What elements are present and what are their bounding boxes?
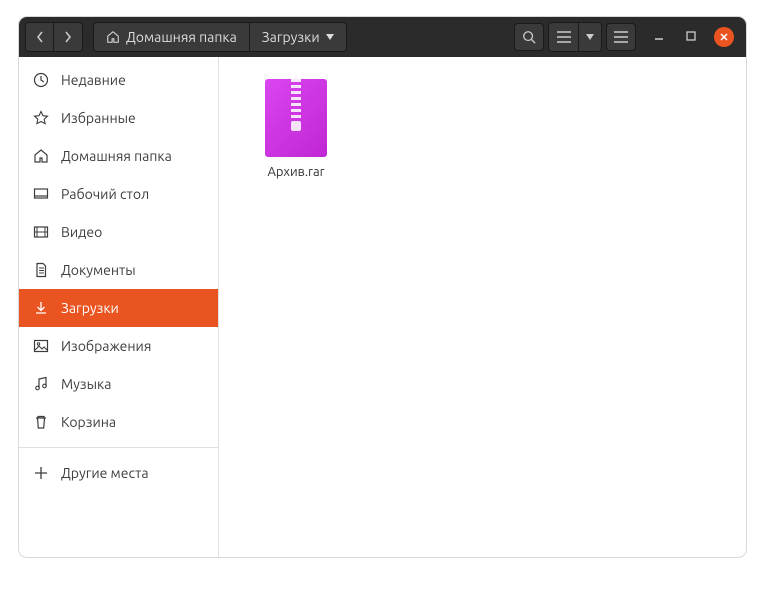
sidebar-item-music[interactable]: Музыка — [19, 365, 218, 403]
nav-buttons — [25, 22, 83, 52]
sidebar-item-downloads[interactable]: Загрузки — [19, 289, 218, 327]
hamburger-icon — [614, 31, 628, 43]
path-home-segment[interactable]: Домашняя папка — [94, 23, 250, 51]
content-area[interactable]: Архив.rar — [219, 57, 746, 557]
archive-icon — [265, 79, 327, 157]
sidebar-item-desktop[interactable]: Рабочий стол — [19, 175, 218, 213]
sidebar-item-other-places[interactable]: Другие места — [19, 454, 218, 492]
sidebar-item-label: Недавние — [61, 72, 126, 88]
star-icon — [33, 110, 49, 126]
sidebar-item-label: Избранные — [61, 110, 136, 126]
home-icon — [106, 30, 120, 44]
video-icon — [33, 224, 49, 240]
minimize-icon — [654, 31, 664, 41]
sidebar-item-trash[interactable]: Корзина — [19, 403, 218, 441]
sidebar-item-videos[interactable]: Видео — [19, 213, 218, 251]
path-current-segment[interactable]: Загрузки — [250, 23, 346, 51]
sidebar-item-label: Музыка — [61, 376, 111, 392]
document-icon — [33, 262, 49, 278]
minimize-button[interactable] — [650, 27, 668, 45]
path-bar: Домашняя папка Загрузки — [93, 22, 347, 52]
path-home-label: Домашняя папка — [126, 29, 237, 45]
dropdown-triangle-icon — [326, 34, 334, 40]
file-label: Архив.rar — [267, 165, 324, 179]
sidebar-item-home[interactable]: Домашняя папка — [19, 137, 218, 175]
sidebar-item-label: Изображения — [61, 338, 151, 354]
search-icon — [522, 30, 536, 44]
forward-button[interactable] — [54, 23, 82, 51]
file-item-archive[interactable]: Архив.rar — [241, 79, 351, 179]
trash-icon — [33, 414, 49, 430]
sidebar-item-starred[interactable]: Избранные — [19, 99, 218, 137]
desktop-icon — [33, 186, 49, 202]
back-button[interactable] — [26, 23, 54, 51]
sidebar-item-label: Документы — [61, 262, 136, 278]
sidebar-item-label: Загрузки — [61, 300, 119, 316]
sidebar-item-recent[interactable]: Недавние — [19, 61, 218, 99]
window-body: Недавние Избранные Домашняя папка Рабочи… — [19, 57, 746, 557]
sidebar-item-label: Видео — [61, 224, 102, 240]
sidebar-item-documents[interactable]: Документы — [19, 251, 218, 289]
chevron-right-icon — [64, 31, 72, 43]
clock-icon — [33, 72, 49, 88]
maximize-icon — [686, 31, 696, 41]
sidebar-item-label: Рабочий стол — [61, 186, 149, 202]
path-current-label: Загрузки — [262, 29, 320, 45]
view-options-button[interactable] — [579, 23, 601, 51]
sidebar-item-label: Домашняя папка — [61, 148, 172, 164]
music-icon — [33, 376, 49, 392]
sidebar-item-label: Другие места — [61, 465, 149, 481]
dropdown-triangle-icon — [586, 34, 594, 40]
search-button[interactable] — [514, 23, 544, 51]
download-icon — [33, 300, 49, 316]
file-manager-window: Домашняя папка Загрузки — [19, 17, 746, 557]
list-view-button[interactable] — [549, 23, 579, 51]
sidebar-separator — [19, 447, 218, 448]
window-controls — [650, 27, 734, 47]
close-button[interactable] — [714, 27, 734, 47]
close-icon — [719, 32, 729, 42]
sidebar-item-label: Корзина — [61, 414, 116, 430]
sidebar-item-pictures[interactable]: Изображения — [19, 327, 218, 365]
chevron-left-icon — [36, 31, 44, 43]
list-icon — [557, 31, 571, 43]
menu-button[interactable] — [606, 23, 636, 51]
maximize-button[interactable] — [682, 27, 700, 45]
titlebar: Домашняя папка Загрузки — [19, 17, 746, 57]
plus-icon — [33, 465, 49, 481]
view-mode-group — [548, 22, 602, 52]
home-icon — [33, 148, 49, 164]
image-icon — [33, 338, 49, 354]
sidebar: Недавние Избранные Домашняя папка Рабочи… — [19, 57, 219, 557]
